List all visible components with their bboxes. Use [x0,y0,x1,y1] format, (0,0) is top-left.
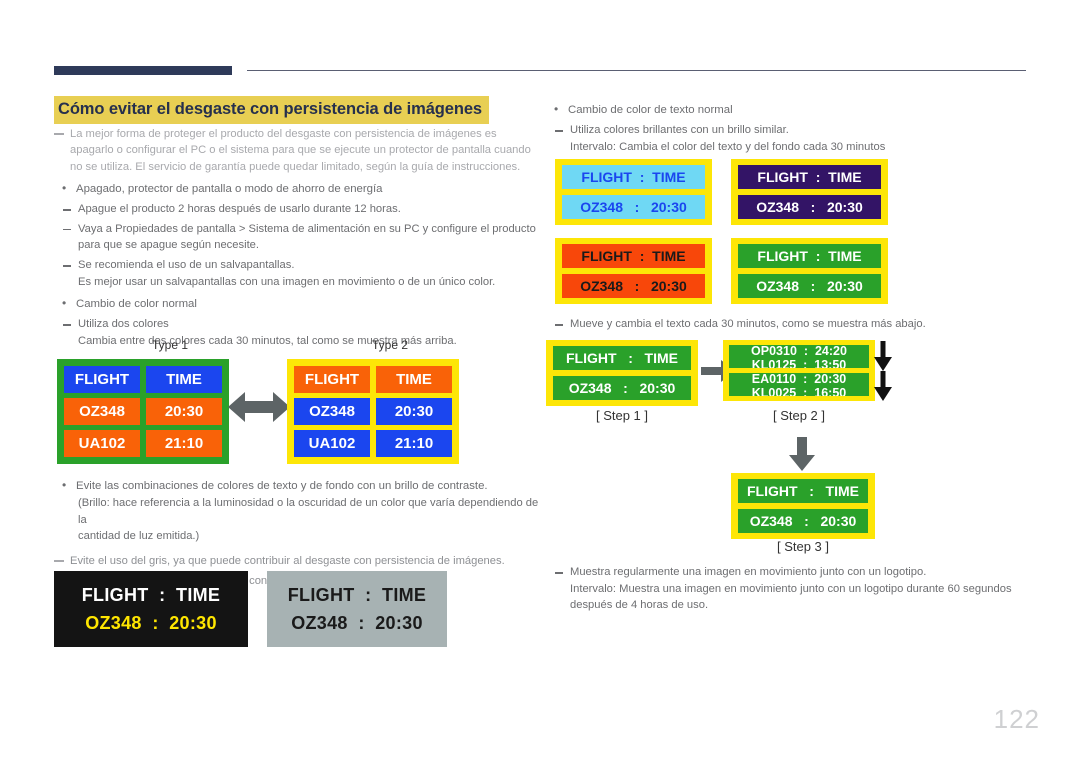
table-cell: 21:10 [146,430,222,457]
header-rule-line [247,70,1026,71]
table-row: OZ348 20:30 [294,398,452,425]
step3-panel: FLIGHT : TIME OZ348 : 20:30 [731,473,875,539]
down-arrow-icon [874,371,892,401]
table-cell: 21:10 [376,430,452,457]
list-item-detail: (Brillo: hace referencia a la luminosida… [78,497,539,526]
type1-label-wrap: Type 1 [110,338,230,352]
type2-label: Type 2 [371,338,409,352]
type2-label-wrap: Type 2 [330,338,450,352]
list-item-detail: Intervalo: Muestra una imagen en movimie… [570,582,1012,595]
table-cell: OZ348 [294,398,370,425]
panel-line-header: FLIGHT : TIME [738,244,881,268]
strip-line: KL0125 : 13:50 [751,358,847,368]
list-item: Cambio de color de texto normal [546,101,1036,119]
contrast-panel-black: FLIGHT : TIME OZ348 : 20:30 [54,571,248,647]
table-cell: OZ348 [64,398,140,425]
scrolling-strip-1: OP0310 : 24:20 KL0125 : 13:50 [729,345,869,368]
flight-board-type1: FLIGHT TIME OZ348 20:30 UA102 21:10 [57,359,229,464]
panel-line-value: OZ348 : 20:30 [738,509,868,533]
panel-line-value: OZ348 : 20:30 [291,612,423,633]
table-cell: 20:30 [146,398,222,425]
panel-line-header: FLIGHT : TIME [553,346,691,370]
strip-line-clipped-top: OP0310 : 24:20 [751,345,847,358]
left-bullet-list-1: Apagado, protector de pantalla o modo de… [54,180,540,274]
panel-line-value: OZ348 : 20:30 [562,274,705,298]
panel-line-value: OZ348 : 20:30 [738,274,881,298]
table-header-cell: TIME [376,366,452,393]
table-header-cell: TIME [146,366,222,393]
table-header-cell: FLIGHT [294,366,370,393]
flight-board-type2: FLIGHT TIME OZ348 20:30 UA102 21:10 [287,359,459,464]
panel-line-header: FLIGHT : TIME [738,479,868,503]
right-bullet-list-3: Muestra regularmente una imagen en movim… [546,564,1036,581]
list-item-detail: Intervalo: Cambia el color del texto y d… [570,140,886,153]
color-panel-orange: FLIGHT : TIME OZ348 : 20:30 [555,238,712,304]
table-cell: UA102 [64,430,140,457]
down-arrow-thick-icon [789,437,815,471]
list-item-detail: después de 4 horas de uso. [570,599,709,612]
step3-label: [ Step 3 ] [776,539,830,554]
intro-note: La mejor forma de proteger el producto d… [54,126,540,175]
table-cell: 20:30 [376,398,452,425]
list-item: Utiliza colores brillantes con un brillo… [546,122,1036,139]
left-bullet-list-3: Evite las combinaciones de colores de te… [54,477,540,495]
table-cell: UA102 [294,430,370,457]
page-number: 122 [993,704,1040,734]
step2-label: [ Step 2 ] [772,408,826,423]
step1-label: [ Step 1 ] [595,408,649,423]
panel-line-header: FLIGHT : TIME [562,165,705,189]
note-avoid-gray: Evite el uso del gris, ya que puede cont… [54,553,540,569]
color-panel-lightblue: FLIGHT : TIME OZ348 : 20:30 [555,159,712,225]
step2-panel: OP0310 : 24:20 KL0125 : 13:50 EA0110 : 2… [723,340,875,401]
scrolling-strip-2: EA0110 : 20:30 KL0025 : 16:50 [729,373,869,396]
right-column-intro: Cambio de color de texto normal Utiliza … [546,96,1036,155]
left-bullet-list-2: Cambio de color normal Utiliza dos color… [54,295,540,333]
table-row: FLIGHT TIME [294,366,452,393]
list-item: Apague el producto 2 horas después de us… [54,201,540,218]
color-panel-green: FLIGHT : TIME OZ348 : 20:30 [731,238,888,304]
panel-line-value: OZ348 : 20:30 [85,612,217,633]
list-item: Utiliza dos colores [54,316,540,333]
panel-line-header: FLIGHT : TIME [562,244,705,268]
right-bullet-list-1: Cambio de color de texto normal Utiliza … [546,101,1036,139]
list-item: Apagado, protector de pantalla o modo de… [54,180,540,198]
panel-line-header: FLIGHT : TIME [738,165,881,189]
bidirectional-arrow-icon [228,392,290,422]
list-item: Se recomienda el uso de un salvapantalla… [54,257,540,274]
panel-line-value: OZ348 : 20:30 [562,195,705,219]
table-row: FLIGHT TIME [64,366,222,393]
page-title: Cómo evitar el desgaste con persistencia… [54,96,489,124]
list-item: Evite las combinaciones de colores de te… [54,477,540,495]
right-column-logo-text: Muestra regularmente una imagen en movim… [546,564,1036,614]
panel-line-value: OZ348 : 20:30 [738,195,881,219]
panel-line-value: OZ348 : 20:30 [553,376,691,400]
left-column-intro: La mejor forma de proteger el producto d… [54,126,540,349]
right-column-move-text: Mueve y cambia el texto cada 30 minutos,… [546,316,1036,333]
step1-panel: FLIGHT : TIME OZ348 : 20:30 [546,340,698,406]
list-item: Vaya a Propiedades de pantalla > Sistema… [54,221,540,254]
table-row: UA102 21:10 [294,430,452,457]
table-row: OZ348 20:30 [64,398,222,425]
type1-label: Type 1 [151,338,189,352]
list-item: Muestra regularmente una imagen en movim… [546,564,1036,581]
contrast-panel-gray: FLIGHT : TIME OZ348 : 20:30 [267,571,447,647]
header-accent-bar [54,66,232,75]
list-item-detail: Es mejor usar un salvapantallas con una … [78,275,496,288]
strip-line: KL0025 : 16:50 [751,386,847,396]
list-item: Mueve y cambia el texto cada 30 minutos,… [546,316,1036,333]
panel-line-header: FLIGHT : TIME [287,584,427,605]
table-row: UA102 21:10 [64,430,222,457]
panel-line-header: FLIGHT : TIME [81,584,221,605]
color-panel-purple: FLIGHT : TIME OZ348 : 20:30 [731,159,888,225]
list-item-detail: cantidad de luz emitida.) [78,530,200,543]
right-bullet-list-2: Mueve y cambia el texto cada 30 minutos,… [546,316,1036,333]
strip-line-clipped-top: EA0110 : 20:30 [751,373,847,386]
down-arrow-icon [874,341,892,371]
table-header-cell: FLIGHT [64,366,140,393]
list-item: Cambio de color normal [54,295,540,313]
